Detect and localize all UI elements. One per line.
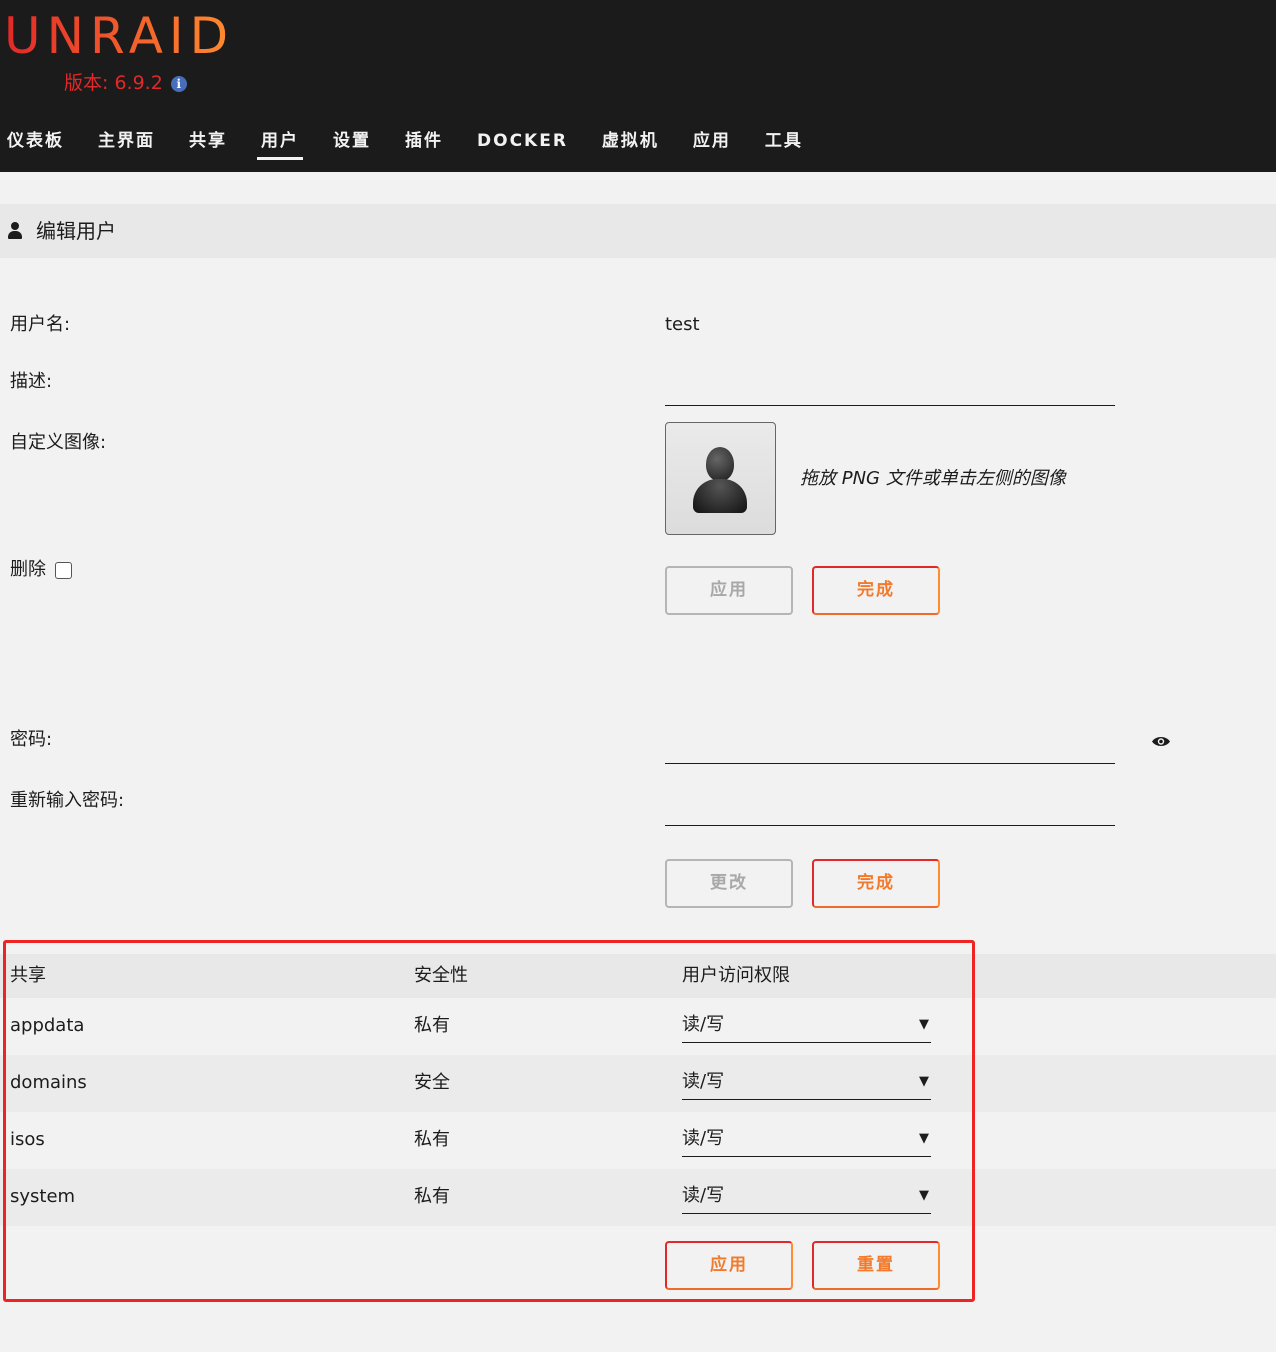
share-security: 私有 — [414, 1129, 450, 1150]
dropdown-arrow-icon: ▼ — [919, 1131, 929, 1146]
apply-shares-button[interactable]: 应用 — [665, 1241, 793, 1290]
nav-plugins[interactable]: 插件 — [401, 126, 447, 160]
access-select[interactable]: 读/写 ▼ — [682, 1011, 931, 1043]
retype-password-input[interactable] — [665, 798, 1115, 826]
delete-label: 删除 — [10, 559, 46, 580]
table-row: isos 私有 读/写 ▼ — [0, 1112, 1276, 1169]
nav-vms[interactable]: 虚拟机 — [598, 126, 663, 160]
nav-users[interactable]: 用户 — [257, 126, 303, 160]
access-select[interactable]: 读/写 ▼ — [682, 1182, 931, 1214]
eye-icon[interactable] — [1151, 735, 1171, 748]
dropdown-arrow-icon: ▼ — [919, 1188, 929, 1203]
table-row: appdata 私有 读/写 ▼ — [0, 998, 1276, 1055]
nav-shares[interactable]: 共享 — [185, 126, 231, 160]
dropdown-arrow-icon: ▼ — [919, 1017, 929, 1032]
info-icon[interactable]: i — [170, 76, 187, 92]
page-title: 编辑用户 — [36, 219, 116, 243]
table-header: 共享 安全性 用户访问权限 — [0, 954, 1276, 998]
nav-tools[interactable]: 工具 — [761, 126, 807, 160]
username-value: test — [665, 314, 700, 335]
version-text: 版本: 6.9.2 i — [64, 70, 187, 96]
reset-button[interactable]: 重置 — [812, 1241, 940, 1290]
access-select[interactable]: 读/写 ▼ — [682, 1068, 931, 1100]
access-select[interactable]: 读/写 ▼ — [682, 1125, 931, 1157]
section-title-bar: 编辑用户 — [0, 204, 1276, 258]
nav-dashboard[interactable]: 仪表板 — [3, 126, 68, 160]
nav-settings[interactable]: 设置 — [329, 126, 375, 160]
share-security: 安全 — [414, 1072, 450, 1093]
access-value: 读/写 — [682, 1128, 725, 1149]
password-input[interactable] — [665, 736, 1115, 764]
access-value: 读/写 — [682, 1014, 725, 1035]
custom-image-label: 自定义图像: — [10, 432, 107, 453]
unraid-logo[interactable]: UNRAID — [4, 6, 234, 66]
table-row: domains 安全 读/写 ▼ — [0, 1055, 1276, 1112]
access-value: 读/写 — [682, 1185, 725, 1206]
nav-apps[interactable]: 应用 — [689, 126, 735, 160]
done-button[interactable]: 完成 — [812, 566, 940, 615]
done-button-2[interactable]: 完成 — [812, 859, 940, 908]
share-security: 私有 — [414, 1186, 450, 1207]
header: UNRAID 版本: 6.9.2 i 仪表板 主界面 共享 用户 设置 插件 DO… — [0, 0, 1276, 172]
description-label: 描述: — [10, 371, 53, 392]
image-drop-hint: 拖放 PNG 文件或单击左侧的图像 — [800, 468, 1066, 489]
apply-button[interactable]: 应用 — [665, 566, 793, 615]
table-row: system 私有 读/写 ▼ — [0, 1169, 1276, 1226]
delete-checkbox[interactable] — [55, 562, 72, 579]
password-label: 密码: — [10, 729, 53, 750]
nav-main[interactable]: 主界面 — [94, 126, 159, 160]
retype-password-label: 重新输入密码: — [10, 790, 125, 811]
dropdown-arrow-icon: ▼ — [919, 1074, 929, 1089]
username-label: 用户名: — [10, 314, 71, 335]
description-input[interactable] — [665, 378, 1115, 406]
change-button[interactable]: 更改 — [665, 859, 793, 908]
header-security: 安全性 — [414, 965, 468, 986]
share-name: domains — [10, 1072, 87, 1093]
share-security: 私有 — [414, 1015, 450, 1036]
access-value: 读/写 — [682, 1071, 725, 1092]
share-name: system — [10, 1186, 76, 1207]
version-label: 版本: 6.9.2 — [64, 72, 163, 94]
header-access: 用户访问权限 — [682, 965, 790, 986]
nav-docker[interactable]: DOCKER — [473, 126, 572, 160]
share-name: isos — [10, 1129, 45, 1150]
avatar-icon[interactable] — [665, 422, 776, 535]
header-share: 共享 — [10, 965, 46, 986]
main-nav: 仪表板 主界面 共享 用户 设置 插件 DOCKER 虚拟机 应用 工具 — [0, 126, 830, 166]
share-name: appdata — [10, 1015, 85, 1036]
user-icon — [8, 222, 22, 240]
